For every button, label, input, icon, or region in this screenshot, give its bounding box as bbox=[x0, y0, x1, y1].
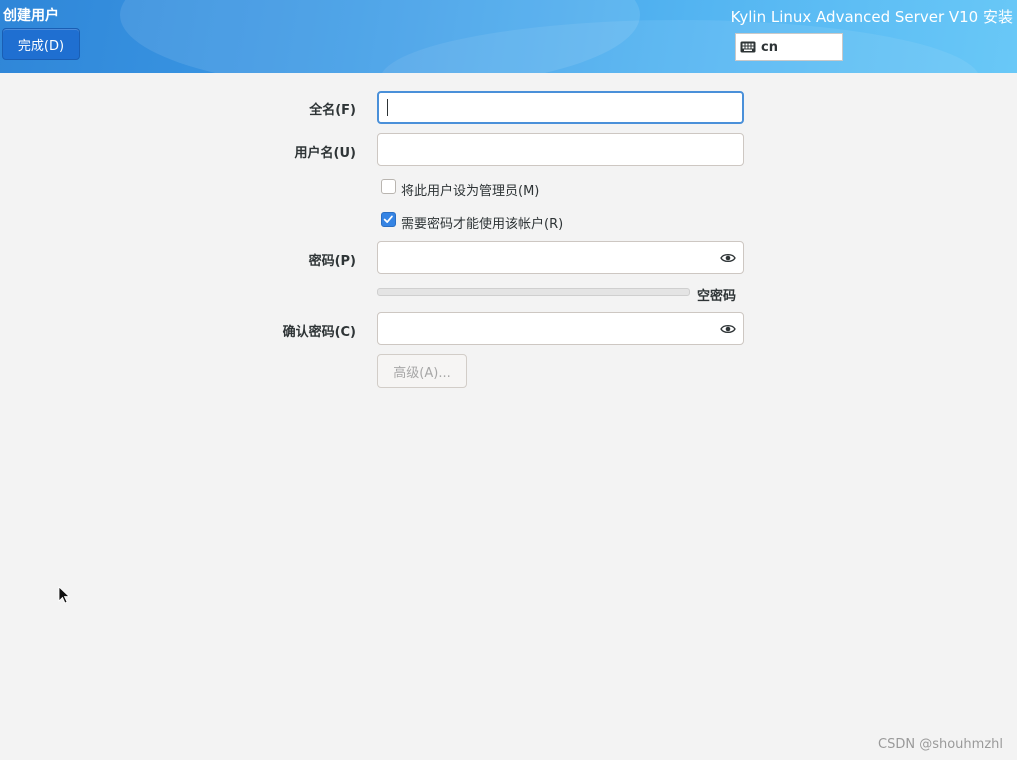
text-caret bbox=[387, 99, 388, 116]
checkmark-icon bbox=[383, 215, 393, 223]
mouse-pointer-icon bbox=[58, 586, 70, 604]
keyboard-layout-indicator[interactable]: cn bbox=[735, 33, 843, 61]
advanced-button[interactable]: 高级(A)... bbox=[377, 354, 467, 388]
admin-checkbox[interactable] bbox=[381, 179, 396, 194]
done-button[interactable]: 完成(D) bbox=[2, 28, 80, 60]
keyboard-icon bbox=[740, 41, 756, 53]
password-input[interactable] bbox=[377, 241, 744, 274]
username-input[interactable] bbox=[377, 133, 744, 166]
admin-checkbox-label[interactable]: 将此用户设为管理员(M) bbox=[401, 180, 539, 199]
product-title: Kylin Linux Advanced Server V10 安装 bbox=[730, 8, 1013, 26]
fullname-input[interactable] bbox=[377, 91, 744, 124]
require-password-label[interactable]: 需要密码才能使用该帐户(R) bbox=[401, 213, 563, 232]
page-title: 创建用户 bbox=[3, 8, 59, 24]
username-label: 用户名(U) bbox=[294, 146, 356, 161]
password-strength-label: 空密码 bbox=[697, 289, 737, 304]
eye-icon[interactable] bbox=[720, 322, 736, 336]
fullname-label: 全名(F) bbox=[309, 103, 356, 118]
password-strength-bar bbox=[377, 288, 690, 296]
eye-icon[interactable] bbox=[720, 251, 736, 265]
confirm-password-label: 确认密码(C) bbox=[282, 325, 356, 340]
confirm-password-input[interactable] bbox=[377, 312, 744, 345]
require-password-checkbox[interactable] bbox=[381, 212, 396, 227]
keyboard-layout-label: cn bbox=[761, 39, 778, 55]
header-bar: 创建用户 完成(D) Kylin Linux Advanced Server V… bbox=[0, 0, 1017, 73]
watermark: CSDN @shouhmzhl bbox=[878, 737, 1003, 752]
password-label: 密码(P) bbox=[308, 254, 356, 269]
